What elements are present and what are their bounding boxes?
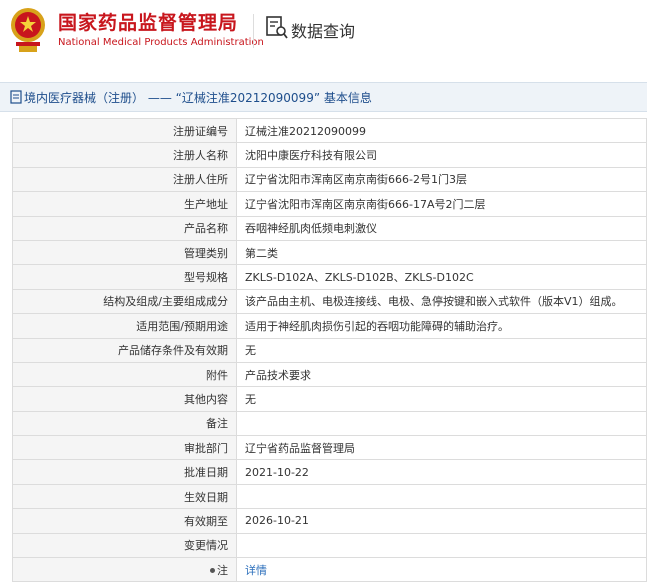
table-row: 注册证编号 辽械注准20212090099 (12, 117, 647, 144)
table-row: 生产地址 辽宁省沈阳市浑南区南京南街666-17A号2门二层 (12, 191, 647, 217)
row-label: 产品储存条件及有效期 (12, 337, 237, 363)
row-label: 备注 (12, 410, 237, 437)
table-row: 其他内容无 (12, 386, 647, 412)
table-row: 注册人名称 沈阳中康医疗科技有限公司 (12, 142, 647, 168)
row-value: 辽械注准20212090099 (236, 117, 647, 144)
table-row: 审批部门 辽宁省药品监督管理局 (12, 435, 647, 461)
row-label: 其他内容 (12, 386, 237, 412)
table-row: 生效日期 (12, 483, 647, 510)
row-label: 注册人名称 (12, 142, 237, 168)
row-label: 结构及组成/主要组成成分 (12, 288, 237, 315)
row-label: 变更情况 (12, 532, 237, 559)
bullet-icon (210, 568, 215, 574)
row-value: 2026-10-21 (236, 508, 647, 534)
row-label: 型号规格 (12, 264, 237, 290)
table-row: 管理类别 第二类 (12, 239, 647, 266)
row-value: 适用于神经肌肉损伤引起的吞咽功能障碍的辅助治疗。 (236, 313, 647, 339)
table-row: 型号规格 ZKLS-D102A、ZKLS-D102B、ZKLS-D102C (12, 264, 647, 290)
row-label: 管理类别 (12, 239, 237, 266)
row-label: 生产地址 (12, 191, 237, 217)
row-value: 该产品由主机、电极连接线、电极、急停按键和嵌入式软件（版本V1）组成。 (236, 288, 647, 315)
data-query-title: 数据查询 (291, 22, 356, 41)
table-row: 适用范围/预期用途 适用于神经肌肉损伤引起的吞咽功能障碍的辅助治疗。 (12, 313, 647, 339)
row-label: 审批部门 (12, 435, 237, 461)
national-emblem-icon (11, 8, 45, 52)
table-row: 产品储存条件及有效期无 (12, 337, 647, 363)
table-row: 变更情况 (12, 532, 647, 559)
record-title-bar: 境内医疗器械（注册） —— “辽械注准20212090099” 基本信息 (0, 82, 647, 112)
row-label: 注册证编号 (12, 117, 237, 144)
row-label: 注 (12, 557, 237, 582)
row-value: 第二类 (236, 239, 647, 266)
row-value: 无 (236, 386, 647, 412)
header-divider (253, 14, 254, 48)
table-row: 注册人住所 辽宁省沈阳市浑南区南京南街666-2号1门3层 (12, 166, 647, 193)
row-value: ZKLS-D102A、ZKLS-D102B、ZKLS-D102C (236, 264, 647, 290)
row-label: 有效期至 (12, 508, 237, 534)
site-header: 国家药品监督管理局 National Medical Products Admi… (0, 0, 647, 62)
table-row: 有效期至 2026-10-21 (12, 508, 647, 534)
row-value: 吞咽神经肌肉低频电刺激仪 (236, 215, 647, 241)
row-label: 生效日期 (12, 483, 237, 510)
table-row: 批准日期 2021-10-22 (12, 459, 647, 485)
data-query-icon (266, 16, 288, 39)
row-label: 注册人住所 (12, 166, 237, 193)
row-value: 辽宁省沈阳市浑南区南京南街666-2号1门3层 (236, 166, 647, 193)
row-value: 辽宁省药品监督管理局 (236, 435, 647, 461)
detail-table: 注册证编号 辽械注准20212090099 注册人名称 沈阳中康医疗科技有限公司 注… (12, 117, 647, 582)
brand-title-cn: 国家药品监督管理局 (58, 12, 239, 34)
row-value: 产品技术要求 (236, 361, 647, 388)
table-row: 注 详情 (12, 557, 647, 582)
row-value: 无 (236, 337, 647, 363)
table-row: 产品名称 吞咽神经肌肉低频电刺激仪 (12, 215, 647, 241)
details-link[interactable]: 详情 (245, 564, 267, 577)
row-value (236, 410, 647, 437)
table-row: 结构及组成/主要组成成分 该产品由主机、电极连接线、电极、急停按键和嵌入式软件（版… (12, 288, 647, 315)
row-value: 沈阳中康医疗科技有限公司 (236, 142, 647, 168)
document-icon (10, 90, 22, 104)
brand-title-en: National Medical Products Administration (58, 37, 264, 48)
row-value (236, 532, 647, 559)
row-value: 详情 (236, 557, 647, 582)
row-value: 辽宁省沈阳市浑南区南京南街666-17A号2门二层 (236, 191, 647, 217)
row-label: 适用范围/预期用途 (12, 313, 237, 339)
row-value: 2021-10-22 (236, 459, 647, 485)
row-label: 产品名称 (12, 215, 237, 241)
table-row: 附件 产品技术要求 (12, 361, 647, 388)
table-row: 备注 (12, 410, 647, 437)
record-title: 境内医疗器械（注册） —— “辽械注准20212090099” 基本信息 (24, 91, 372, 105)
row-label: 批准日期 (12, 459, 237, 485)
row-value (236, 483, 647, 510)
row-label: 附件 (12, 361, 237, 388)
note-label: 注 (217, 563, 228, 577)
